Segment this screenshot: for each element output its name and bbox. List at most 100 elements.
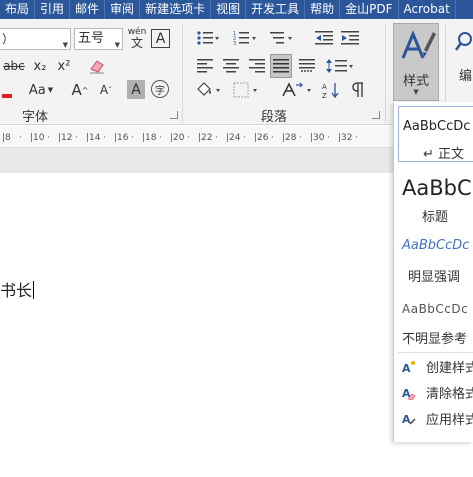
- character-border-glyph: A: [155, 30, 166, 47]
- ruler-tick-label: |16: [114, 133, 129, 143]
- ruler-tick-label: |18: [142, 133, 157, 143]
- styles-gallery-button[interactable]: 样式 ▼: [393, 23, 439, 101]
- tab-references[interactable]: 引用: [35, 0, 71, 19]
- phonetic-bottom: 文: [130, 36, 143, 50]
- ruler-tick-label: |14: [86, 133, 101, 143]
- tab-layout[interactable]: 布局: [0, 0, 36, 19]
- font-size-value: 五号: [78, 31, 105, 46]
- ruler-tick-label: |10: [30, 133, 45, 143]
- ruler-tick-label: |8: [2, 133, 11, 143]
- numbering-button[interactable]: 1 2 3: [231, 27, 259, 49]
- svg-text:A: A: [402, 413, 411, 426]
- font-color-button[interactable]: [0, 79, 14, 101]
- font-color-bar: [2, 94, 12, 98]
- character-shading-button[interactable]: A: [127, 80, 145, 99]
- asian-layout-button[interactable]: [280, 79, 316, 101]
- tab-developer[interactable]: 开发工具: [246, 0, 306, 19]
- font-size-combobox[interactable]: 五号 ▼: [74, 28, 123, 50]
- style-emphasis-name: 明显强调: [408, 270, 461, 285]
- font-dialog-launcher-icon[interactable]: [170, 111, 178, 119]
- superscript-button[interactable]: x²: [54, 55, 74, 77]
- bullet-list-icon: [197, 31, 219, 45]
- ruler-tick-label: |20: [170, 133, 185, 143]
- svg-text:A: A: [322, 83, 327, 91]
- ruler-minor-tick: ·: [243, 133, 246, 143]
- paragraph-dialog-launcher-icon[interactable]: [372, 111, 380, 119]
- tab-view[interactable]: 视图: [211, 0, 247, 19]
- shrink-font-button[interactable]: Aˇ: [96, 79, 116, 101]
- distributed-icon: [299, 59, 315, 72]
- ruler-tick-label: |30: [310, 133, 325, 143]
- create-style-action[interactable]: A 创建样式: [402, 357, 473, 376]
- ruler-minor-tick: ·: [187, 133, 190, 143]
- ruler-minor-tick: ·: [215, 133, 218, 143]
- tab-mailings[interactable]: 邮件: [70, 0, 106, 19]
- ruler-minor-tick: ·: [299, 133, 302, 143]
- style-item-intense-emphasis[interactable]: AaBbCcDc 明显强调: [398, 232, 473, 290]
- change-case-button[interactable]: Aa ▼: [26, 79, 56, 101]
- tab-review[interactable]: 审阅: [105, 0, 141, 19]
- multilevel-list-button[interactable]: [268, 27, 296, 49]
- paint-bucket-icon: [197, 82, 220, 96]
- clear-formatting-action[interactable]: A 清除格式: [402, 383, 473, 403]
- sort-button[interactable]: A Z: [320, 79, 342, 101]
- justify-button[interactable]: [270, 54, 292, 78]
- group-label-font: 字体: [22, 110, 49, 125]
- tab-kingsoft-pdf[interactable]: 金山PDF: [340, 0, 399, 19]
- enclose-characters-button[interactable]: 字: [151, 80, 169, 98]
- group-label-paragraph: 段落: [261, 110, 288, 125]
- multilevel-list-icon: [270, 32, 292, 44]
- editing-button[interactable]: 编: [454, 31, 473, 91]
- decrease-indent-button[interactable]: [313, 27, 335, 49]
- align-center-button[interactable]: [220, 55, 242, 77]
- grow-font-button[interactable]: A ^: [70, 79, 90, 101]
- svg-text:A: A: [402, 362, 411, 374]
- ruler-tick-label: |26: [254, 133, 269, 143]
- style-item-subtle-reference[interactable]: AaBbCcDc 不明显参考: [398, 294, 473, 348]
- align-right-button[interactable]: [246, 55, 268, 77]
- style-title-preview: AaBbC: [402, 176, 472, 200]
- ruler-minor-tick: ·: [131, 133, 134, 143]
- increase-indent-button[interactable]: [339, 27, 361, 49]
- apply-styles-icon: A: [402, 413, 416, 426]
- chevron-down-icon[interactable]: ▼: [115, 35, 120, 55]
- strikethrough-glyph: abc: [3, 59, 25, 73]
- eraser-icon: [90, 60, 104, 74]
- create-style-label: 创建样式: [426, 361, 473, 376]
- show-formatting-marks-button[interactable]: [349, 79, 369, 101]
- bullets-button[interactable]: [194, 27, 222, 49]
- ruler-minor-tick: ·: [75, 133, 78, 143]
- ruler-minor-tick: ·: [271, 133, 274, 143]
- change-case-glyph: Aa: [28, 82, 46, 98]
- clear-format-label: 清除格式: [426, 387, 473, 402]
- shading-button[interactable]: [194, 79, 224, 101]
- phonetic-guide-button[interactable]: wén 文: [127, 27, 147, 51]
- group-separator: [182, 25, 183, 123]
- enclose-characters-glyph: 字: [155, 85, 165, 97]
- line-spacing-button[interactable]: [323, 55, 357, 77]
- apply-styles-action[interactable]: A 应用样式: [402, 409, 473, 429]
- document-page[interactable]: [0, 173, 392, 477]
- document-text: 书长: [0, 281, 33, 300]
- style-item-title[interactable]: AaBbC 标题: [398, 166, 473, 228]
- character-shading-glyph: A: [131, 81, 141, 98]
- chevron-down-icon[interactable]: ▼: [63, 35, 68, 55]
- style-item-normal[interactable]: AaBbCcDc ↵ 正文: [398, 106, 473, 162]
- align-left-icon: [197, 59, 213, 73]
- subscript-button[interactable]: x₂: [30, 55, 50, 77]
- clear-formatting-button[interactable]: [86, 55, 108, 77]
- ruler-tick-label: |32: [338, 133, 353, 143]
- line-spacing-icon: [326, 59, 353, 73]
- tab-new-tab[interactable]: 新建选项卡: [140, 0, 212, 19]
- pane-divider: [398, 352, 473, 353]
- distributed-button[interactable]: [296, 55, 318, 77]
- character-border-button[interactable]: A: [151, 29, 170, 48]
- tab-acrobat[interactable]: Acrobat: [399, 0, 456, 19]
- document-body-text[interactable]: 书长: [0, 277, 35, 301]
- strikethrough-button[interactable]: abc: [2, 55, 26, 77]
- font-name-combobox[interactable]: ） ▼: [0, 28, 71, 50]
- style-emphasis-preview: AaBbCcDc: [402, 238, 470, 253]
- tab-help[interactable]: 帮助: [305, 0, 341, 19]
- borders-button[interactable]: [231, 79, 261, 101]
- align-left-button[interactable]: [194, 55, 216, 77]
